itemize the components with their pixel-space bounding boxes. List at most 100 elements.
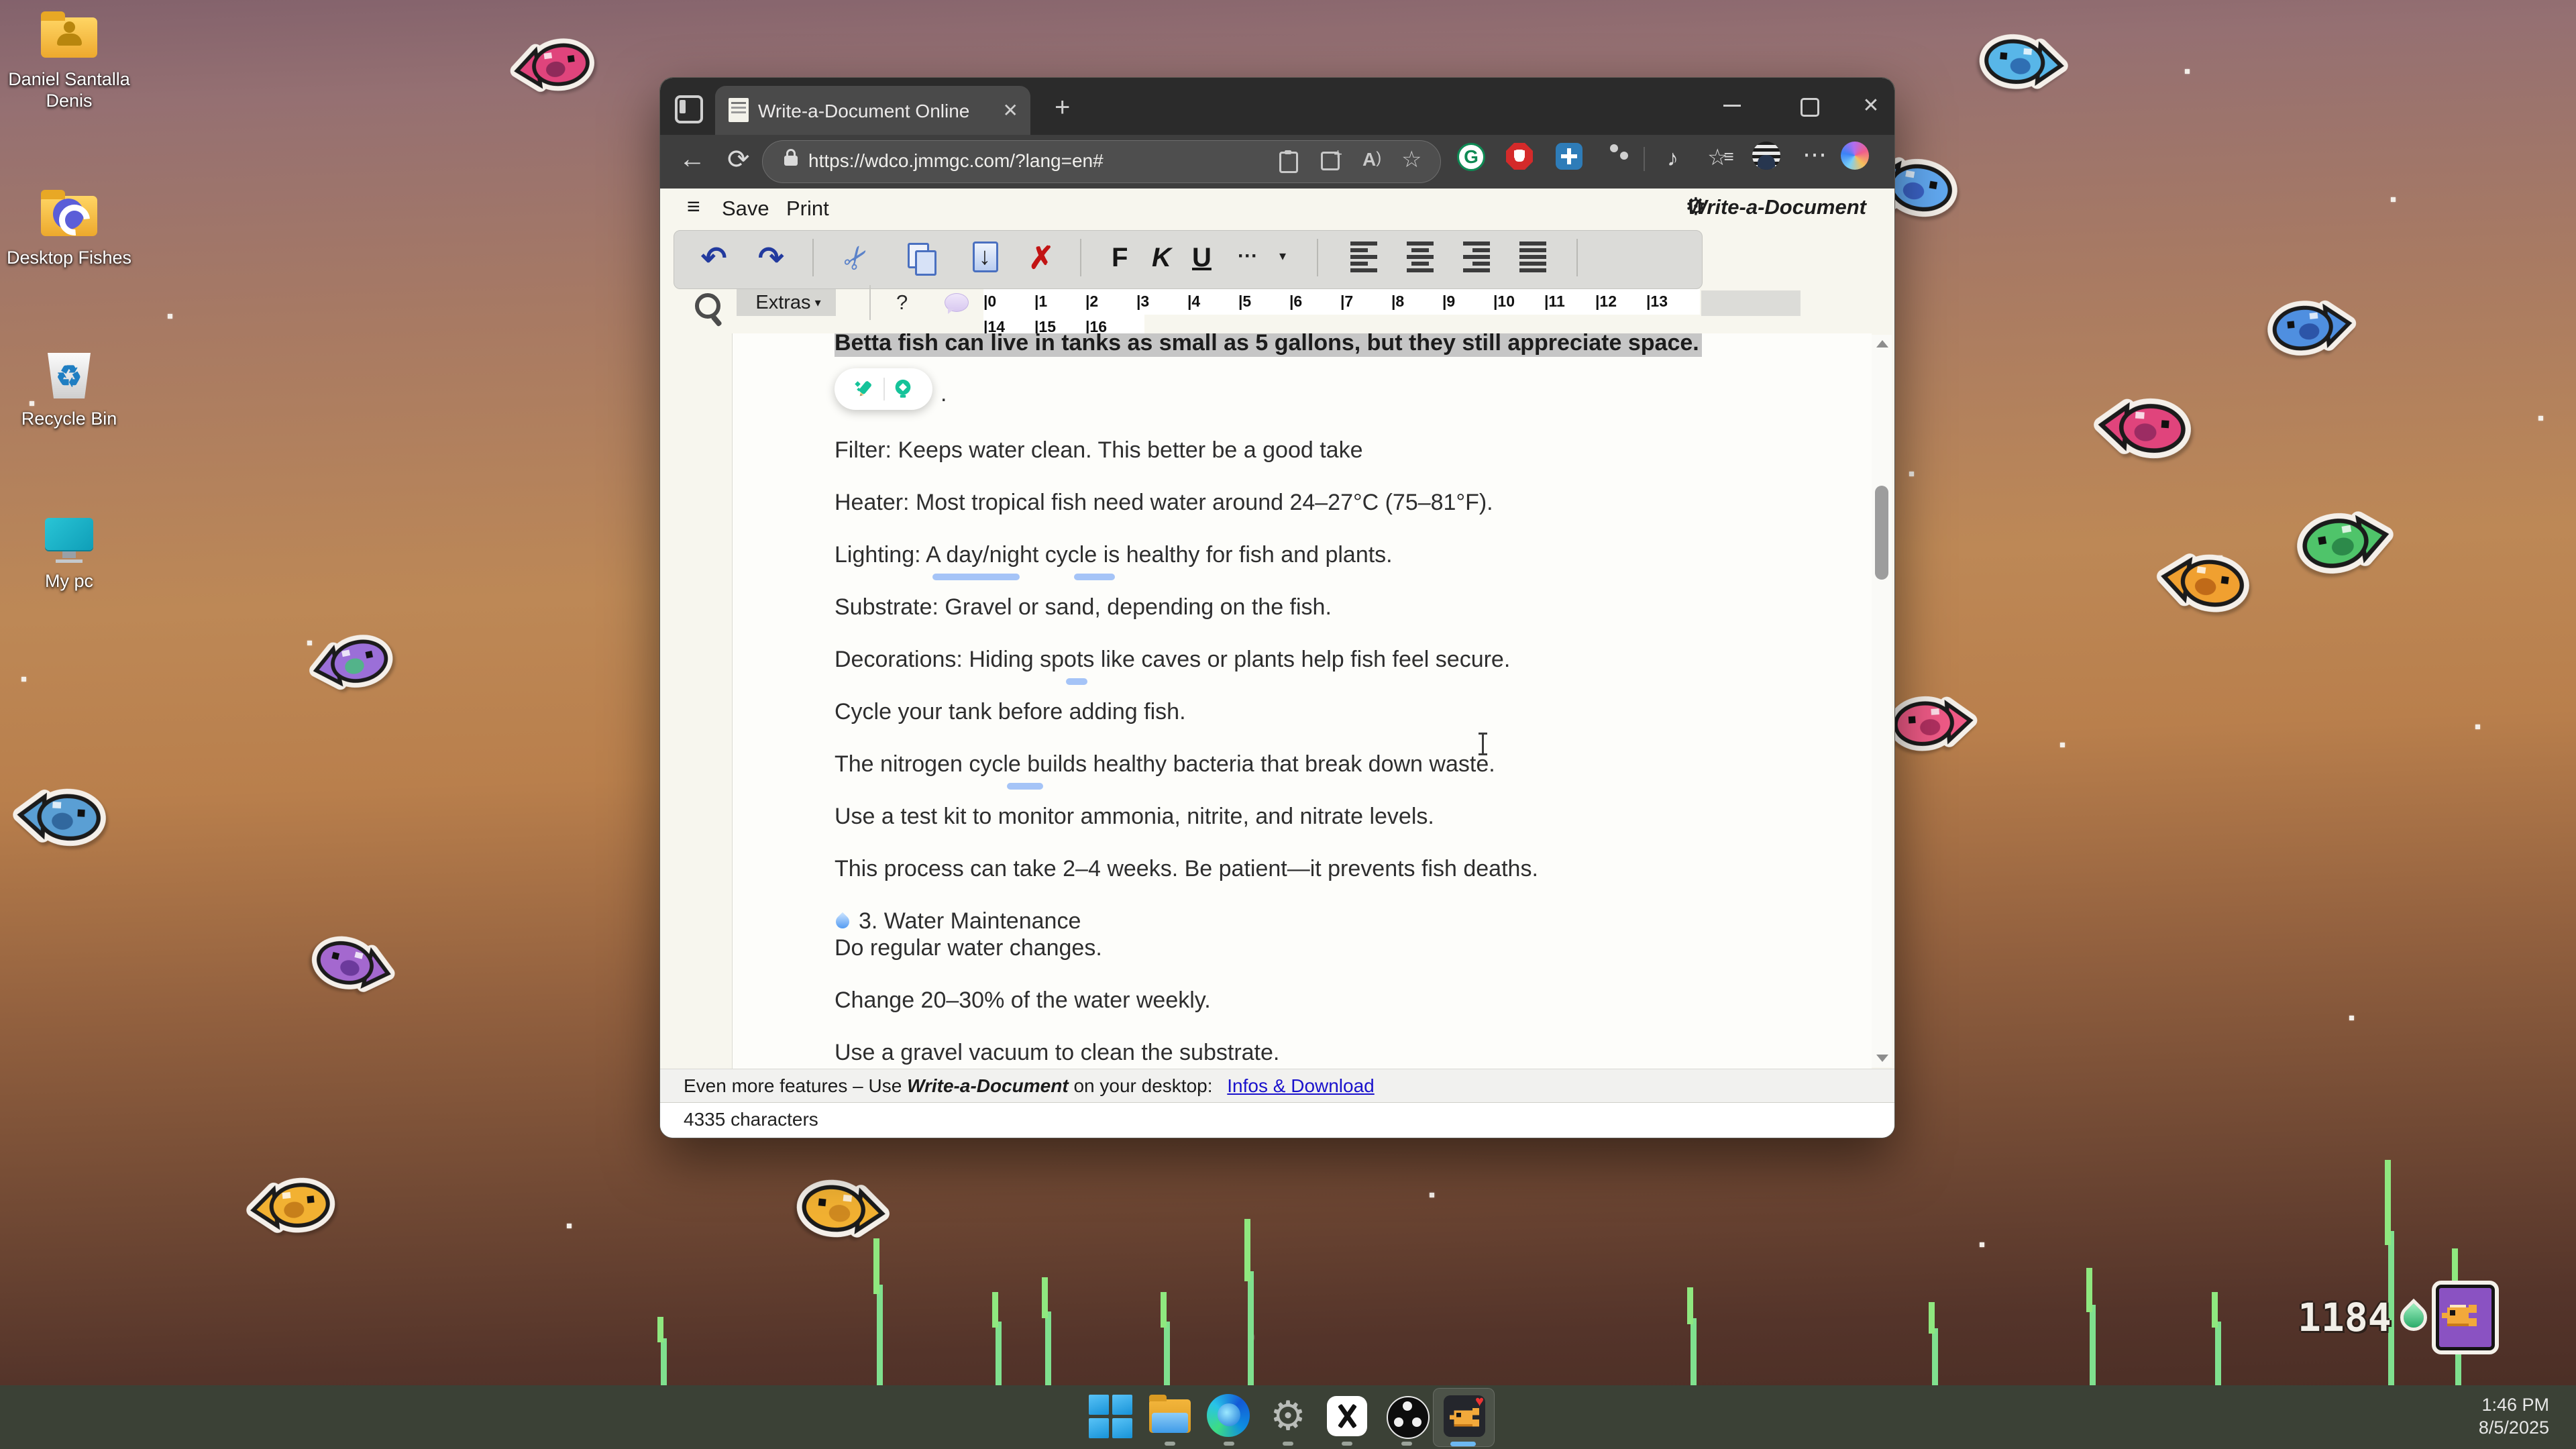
settings-icon[interactable]: ⚙ — [1266, 1394, 1310, 1438]
fish-app-button[interactable] — [2436, 1285, 2495, 1350]
back-icon[interactable]: ← — [679, 144, 706, 174]
taskbar-clock[interactable]: 1:46 PM 8/5/2025 — [2479, 1393, 2549, 1439]
desktop-fish-sprite[interactable] — [303, 926, 402, 1007]
capcut-icon[interactable] — [1327, 1396, 1367, 1436]
doc-paragraph[interactable]: Use a gravel vacuum to clean the substra… — [835, 1039, 1666, 1066]
media-controls-icon[interactable]: ♪ — [1667, 146, 1694, 172]
format-caret-icon[interactable]: ▾ — [1279, 237, 1286, 278]
desktop-icon-recycle-bin[interactable]: ♻ Recycle Bin — [5, 349, 133, 429]
print-menu[interactable]: Print — [786, 197, 829, 221]
new-tab-button[interactable]: + — [1055, 93, 1070, 123]
desktop-fish-sprite[interactable] — [243, 1171, 341, 1244]
desktop-fishes-app-icon[interactable]: ♥ — [1444, 1395, 1485, 1437]
search-icon[interactable] — [695, 293, 720, 319]
copilot-icon[interactable] — [1841, 142, 1869, 170]
italic-button[interactable]: K — [1152, 237, 1171, 278]
desktop-fish-sprite[interactable] — [2289, 500, 2400, 587]
align-right-button[interactable] — [1463, 241, 1493, 272]
save-menu[interactable]: Save — [722, 197, 769, 221]
minimize-button[interactable] — [1723, 105, 1741, 107]
desktop-fish-sprite[interactable] — [303, 625, 401, 703]
doc-paragraph[interactable]: Betta fish can live in tanks as small as… — [835, 333, 1666, 356]
help-button[interactable]: ? — [896, 290, 908, 315]
infos-download-link[interactable]: Infos & Download — [1227, 1075, 1374, 1096]
doc-paragraph[interactable]: Decorations: Hiding spots like caves or … — [835, 646, 1666, 673]
more-formats-button[interactable]: ··· — [1238, 237, 1258, 278]
doc-paragraph[interactable]: The nitrogen cycle builds healthy bacter… — [835, 751, 1666, 777]
grammarly-widget[interactable] — [835, 368, 932, 410]
desktop-fish-sprite[interactable] — [2151, 544, 2256, 624]
bold-button[interactable]: F — [1112, 237, 1128, 278]
star-dot — [2349, 1016, 2354, 1020]
app-hamburger-icon[interactable]: ≡ — [687, 194, 700, 220]
editor-scrollbar[interactable] — [1872, 335, 1892, 1067]
paste-search-icon[interactable] — [1279, 152, 1298, 173]
doc-paragraph[interactable]: Do regular water changes. — [835, 934, 1666, 961]
doc-paragraph[interactable]: This process can take 2–4 weeks. Be pati… — [835, 855, 1666, 882]
document-content[interactable]: Betta fish can live in tanks as small as… — [835, 333, 1666, 1069]
grammarly-extension-icon[interactable]: G — [1457, 143, 1485, 171]
obs-studio-icon[interactable] — [1387, 1396, 1430, 1439]
browser-menu-icon[interactable]: ⋯ — [1803, 140, 1829, 167]
cut-icon[interactable]: ✂ — [833, 235, 880, 280]
address-bar[interactable]: https://wdco.jmmgc.com/?lang=en# A ☆ — [762, 140, 1441, 183]
star-dot — [2391, 197, 2396, 202]
blue-cross-extension-icon[interactable] — [1556, 143, 1582, 170]
redo-icon[interactable]: ↷ — [758, 237, 784, 278]
doc-paragraph[interactable]: Filter: Keeps water clean. This better b… — [835, 437, 1666, 464]
start-button[interactable] — [1088, 1394, 1132, 1438]
doc-paragraph[interactable]: Change 20–30% of the water weekly. — [835, 987, 1666, 1014]
read-aloud-icon[interactable]: A — [1362, 149, 1383, 169]
seaweed — [1932, 1328, 1938, 1385]
browser-tab[interactable]: Write-a-Document Online ✕ — [715, 86, 1030, 135]
doc-paragraph[interactable]: . — [835, 368, 1666, 410]
desktop-fish-sprite[interactable] — [2262, 292, 2360, 366]
desktop-fish-sprite[interactable] — [2091, 391, 2196, 468]
align-justify-button[interactable] — [1519, 241, 1549, 272]
scroll-down-icon[interactable] — [1876, 1055, 1888, 1062]
profile-avatar[interactable] — [1752, 142, 1780, 170]
grammarly-pencil-icon — [853, 377, 877, 401]
scroll-up-icon[interactable] — [1876, 340, 1888, 347]
underline-button[interactable]: U — [1192, 237, 1212, 278]
copy-icon[interactable] — [908, 243, 929, 268]
delete-icon[interactable]: ✗ — [1028, 237, 1055, 278]
doc-paragraph[interactable]: Substrate: Gravel or sand, depending on … — [835, 594, 1666, 621]
edge-browser-icon[interactable] — [1207, 1394, 1250, 1437]
desktop-icon-my-pc[interactable]: My pc — [5, 511, 133, 592]
doc-paragraph[interactable]: Heater: Most tropical fish need water ar… — [835, 489, 1666, 516]
url-text[interactable]: https://wdco.jmmgc.com/?lang=en# — [808, 150, 1104, 172]
close-button[interactable]: ✕ — [1851, 94, 1891, 117]
doc-paragraph[interactable]: Lighting: A day/night cycle is healthy f… — [835, 541, 1666, 568]
desktop-fish-sprite[interactable] — [1884, 690, 1980, 760]
collections-add-icon[interactable] — [1321, 152, 1340, 170]
adblock-extension-icon[interactable] — [1506, 143, 1533, 170]
undo-icon[interactable]: ↶ — [701, 237, 727, 278]
maximize-button[interactable] — [1801, 98, 1819, 117]
vertical-tabs-icon[interactable] — [675, 95, 703, 123]
favorite-star-icon[interactable]: ☆ — [1401, 146, 1421, 166]
comment-bubble-icon[interactable] — [945, 293, 969, 312]
grammarly-bulb-icon — [892, 378, 914, 400]
desktop-fish-sprite[interactable] — [1974, 28, 2071, 100]
doc-paragraph[interactable]: 3. Water Maintenance — [835, 908, 1666, 934]
refresh-icon[interactable]: ⟳ — [727, 144, 750, 175]
running-indicator — [1401, 1442, 1412, 1446]
scrollbar-thumb[interactable] — [1875, 486, 1888, 580]
document-page[interactable]: Betta fish can live in tanks as small as… — [732, 333, 1872, 1069]
lock-icon[interactable] — [784, 156, 798, 166]
paste-icon[interactable] — [973, 241, 998, 272]
star-dot — [1430, 1193, 1434, 1197]
align-left-button[interactable] — [1350, 241, 1380, 272]
desktop-icon-user-folder[interactable]: Daniel Santalla Denis — [5, 9, 133, 111]
extras-dropdown[interactable]: Extras▾ — [737, 289, 836, 316]
align-center-button[interactable] — [1407, 241, 1436, 272]
desktop-fish-sprite[interactable] — [11, 783, 110, 855]
desktop-icon-desktop-fishes[interactable]: Desktop Fishes — [5, 188, 133, 268]
doc-paragraph[interactable]: Use a test kit to monitor ammonia, nitri… — [835, 803, 1666, 830]
favorites-list-icon[interactable]: ☆ — [1707, 144, 1734, 171]
doc-paragraph[interactable]: Cycle your tank before adding fish. — [835, 698, 1666, 725]
tab-close-icon[interactable]: ✕ — [1003, 99, 1018, 121]
extensions-puzzle-icon[interactable] — [1603, 143, 1629, 170]
desktop-fish-sprite[interactable] — [506, 31, 600, 103]
